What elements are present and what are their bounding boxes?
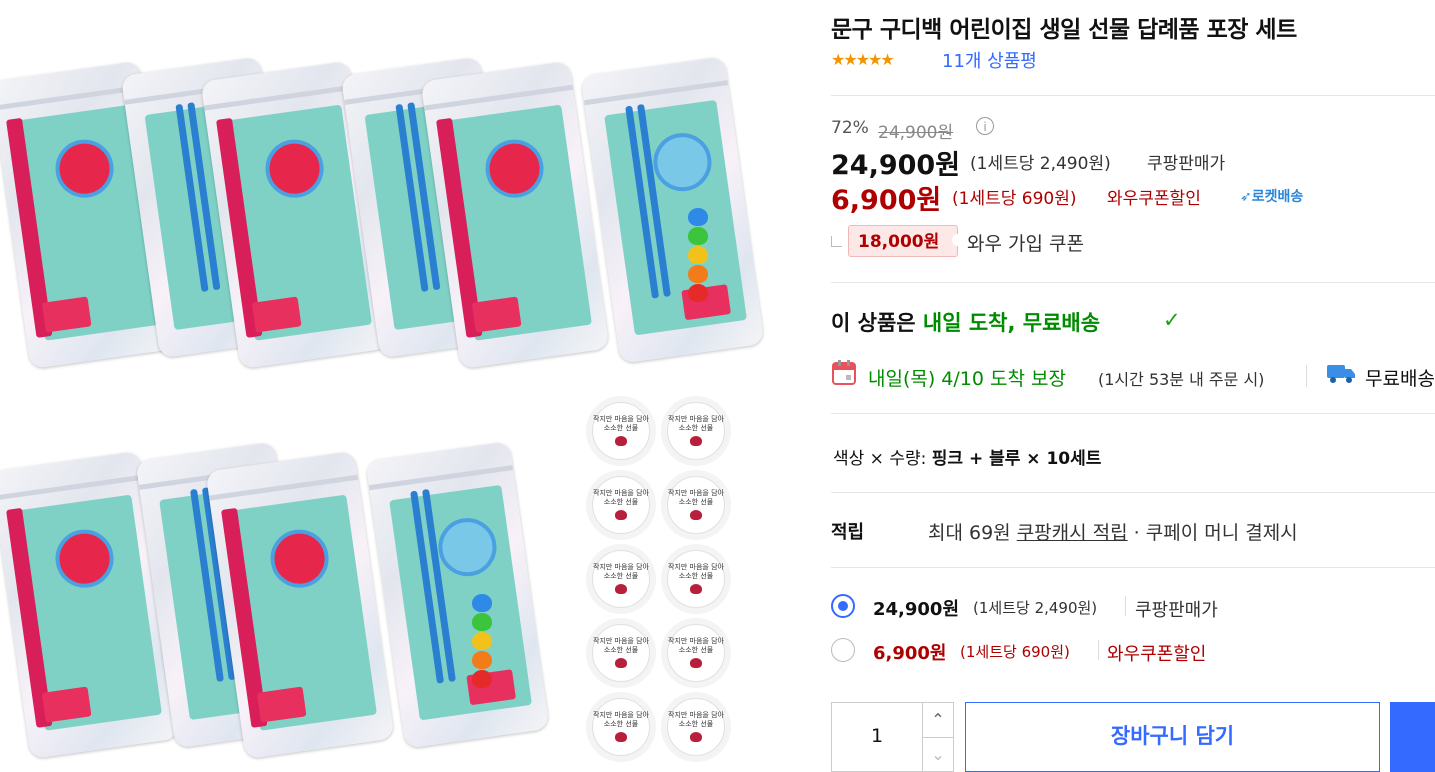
arrival-condition: (1시간 53분 내 주문 시) (1098, 370, 1265, 389)
buy-now-button[interactable] (1390, 702, 1435, 772)
truck-icon (1327, 365, 1355, 383)
free-shipping: 무료배송 (1365, 368, 1435, 390)
wow-price: 6,900원 (831, 185, 942, 216)
coupon-badge[interactable]: 18,000원 (848, 225, 958, 257)
rating-stars-icon: ★★★★★ (831, 50, 895, 69)
quantity-stepper: ⌃ ⌄ (922, 702, 954, 772)
option-price: 6,900원 (873, 643, 947, 664)
coupon-connector (831, 236, 842, 247)
info-icon[interactable]: i (976, 117, 994, 135)
sticker: 작지만 마음을 담아 소소한 선물 (667, 550, 725, 608)
price-option-radio-sale[interactable] (831, 594, 855, 618)
rocket-icon: ➶ (1240, 189, 1252, 205)
sale-price: 24,900원 (831, 150, 961, 181)
delivery-headline: 이 상품은 내일 도착, 무료배송 (831, 307, 1100, 337)
rocket-delivery-badge: ➶로켓배송 (1240, 186, 1303, 206)
option-value: 핑크 + 블루 × 10세트 (931, 449, 1102, 469)
calendar-icon (832, 360, 856, 385)
heart-erasers (688, 208, 710, 303)
heart-erasers (472, 594, 494, 689)
coupon-notch (952, 234, 964, 246)
pouch-image (580, 56, 765, 364)
option-unit-price: (1세트당 690원) (960, 643, 1070, 661)
pouch-image (365, 441, 550, 749)
sticker: 작지만 마음을 담아 소소한 선물 (667, 476, 725, 534)
separator (1306, 365, 1307, 387)
option-label: 색상 × 수량: (833, 449, 932, 469)
add-to-cart-button[interactable]: 장바구니 담기 (965, 702, 1380, 772)
separator (1098, 640, 1099, 660)
divider (831, 95, 1435, 96)
option-price: 24,900원 (873, 599, 960, 620)
price-option-radio-wow[interactable] (831, 638, 855, 662)
sale-price-label: 쿠팡판매가 (1147, 154, 1226, 174)
sticker: 작지만 마음을 담아 소소한 선물 (667, 624, 725, 682)
coupang-cash-link[interactable]: 쿠팡캐시 적립 (1017, 522, 1128, 544)
divider (831, 282, 1435, 283)
rocket-label: 로켓배송 (1251, 189, 1304, 205)
wow-price-label: 와우쿠폰할인 (1107, 189, 1201, 209)
divider (831, 567, 1435, 568)
rewards-text: 최대 69원 쿠팡캐시 적립 · 쿠페이 머니 결제시 (928, 518, 1298, 545)
sale-unit-price: (1세트당 2,490원) (970, 154, 1111, 174)
divider (831, 413, 1435, 414)
sticker: 작지만 마음을 담아 소소한 선물 (592, 402, 650, 460)
option-summary: 색상 × 수량: 핑크 + 블루 × 10세트 (833, 444, 1101, 469)
delivery-headline-highlight: 내일 도착, 무료배송 (922, 311, 1101, 335)
sticker: 작지만 마음을 담아 소소한 선물 (667, 698, 725, 756)
chevron-down-icon[interactable]: ⌄ (923, 738, 953, 772)
sticker: 작지만 마음을 담아 소소한 선물 (592, 476, 650, 534)
rewards-prefix: 최대 69원 (928, 522, 1017, 544)
check-icon: ✓ (1163, 308, 1181, 332)
delivery-headline-prefix: 이 상품은 (831, 311, 923, 335)
arrival-guarantee: 내일(목) 4/10 도착 보장 (868, 368, 1066, 390)
rewards-label: 적립 (831, 522, 865, 543)
wow-unit-price: (1세트당 690원) (952, 189, 1077, 209)
option-unit-price: (1세트당 2,490원) (973, 599, 1098, 617)
option-label: 쿠팡판매가 (1135, 600, 1218, 621)
product-image[interactable]: 작지만 마음을 담아 소소한 선물 작지만 마음을 담아 소소한 선물 작지만 마음… (0, 0, 765, 760)
product-title: 문구 구디백 어린이집 생일 선물 답례품 포장 세트 (831, 17, 1297, 43)
sticker: 작지만 마음을 담아 소소한 선물 (592, 624, 650, 682)
divider (831, 492, 1435, 493)
separator (1125, 596, 1126, 616)
quantity-input[interactable]: 1 (831, 702, 923, 772)
coupon-text: 와우 가입 쿠폰 (967, 233, 1084, 255)
review-count-link[interactable]: 11개 상품평 (942, 47, 1037, 73)
original-price: 24,900원 (878, 123, 954, 143)
sticker: 작지만 마음을 담아 소소한 선물 (667, 402, 725, 460)
sticker: 작지만 마음을 담아 소소한 선물 (592, 698, 650, 756)
discount-rate: 72% (831, 118, 869, 138)
option-label: 와우쿠폰할인 (1107, 644, 1207, 665)
rewards-suffix: · 쿠페이 머니 결제시 (1127, 522, 1298, 544)
sticker: 작지만 마음을 담아 소소한 선물 (592, 550, 650, 608)
chevron-up-icon[interactable]: ⌃ (923, 703, 953, 738)
